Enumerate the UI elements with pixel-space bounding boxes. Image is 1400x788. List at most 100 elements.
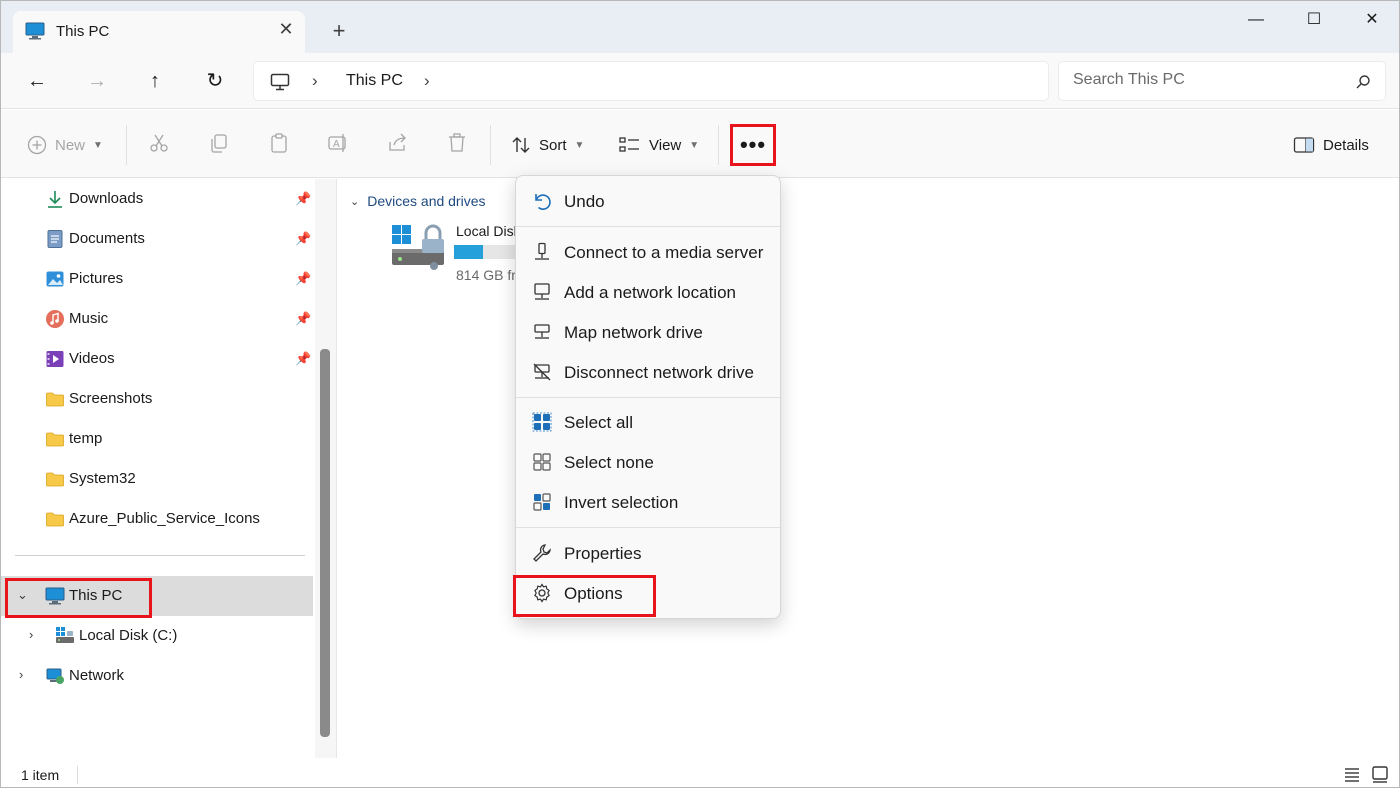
sort-button[interactable]: Sort ▼: [511, 130, 584, 160]
sort-label: Sort: [539, 136, 567, 154]
documents-icon: [47, 230, 63, 248]
status-bar: 1 item: [1, 758, 1399, 787]
drive-free-space: 814 GB fr: [456, 267, 516, 283]
search-input[interactable]: [1073, 71, 1343, 89]
chevron-right-icon[interactable]: ›: [19, 667, 23, 682]
sidebar-item-downloads[interactable]: Downloads 📌: [1, 179, 313, 219]
sidebar-item-label: Azure_Public_Service_Icons: [69, 510, 260, 527]
sidebar-scrollbar-thumb[interactable]: [320, 349, 330, 737]
pin-icon[interactable]: 📌: [295, 191, 311, 207]
sort-icon: [512, 137, 530, 153]
pin-icon[interactable]: 📌: [295, 311, 311, 327]
sidebar-item-azure-public-service-icons[interactable]: Azure_Public_Service_Icons: [1, 499, 313, 539]
delete-icon[interactable]: [443, 132, 471, 158]
view-button[interactable]: View ▼: [619, 130, 699, 160]
invert-selection-icon: [533, 493, 551, 511]
drive-icon: [56, 627, 74, 643]
see-more-menu: Undo Connect to a media server Add a net…: [515, 175, 781, 619]
map-drive-icon: [534, 324, 550, 339]
address-bar[interactable]: › This PC ›: [253, 61, 1049, 101]
divider: [126, 125, 127, 165]
pin-icon[interactable]: 📌: [295, 271, 311, 287]
menu-item-map-network-drive[interactable]: Map network drive: [520, 313, 778, 351]
downloads-icon: [48, 191, 62, 208]
menu-item-label: Map network drive: [564, 323, 703, 342]
new-button[interactable]: New ▼: [27, 130, 103, 160]
sidebar-item-music[interactable]: Music 📌: [1, 299, 313, 339]
tab-title: This PC: [56, 23, 110, 40]
breadcrumb-this-pc[interactable]: This PC: [346, 72, 403, 90]
menu-item-label: Disconnect network drive: [564, 363, 754, 382]
sidebar-item-label: Network: [69, 667, 125, 684]
menu-item-label: Select all: [564, 413, 633, 432]
menu-item-select-none[interactable]: Select none: [520, 443, 778, 481]
select-all-icon: [532, 412, 552, 432]
new-tab-button[interactable]: +: [325, 17, 353, 45]
menu-divider: [516, 527, 780, 528]
chevron-right-icon[interactable]: ›: [312, 71, 318, 91]
paste-icon[interactable]: [265, 132, 293, 158]
chevron-down-icon: ▼: [689, 139, 700, 151]
menu-item-properties[interactable]: Properties: [520, 534, 778, 572]
see-more-button[interactable]: •••: [730, 124, 776, 166]
chevron-down-icon: ▼: [574, 139, 585, 151]
group-header-devices[interactable]: ⌄ Devices and drives: [350, 193, 486, 209]
share-icon[interactable]: [384, 132, 412, 158]
tab-this-pc[interactable]: This PC ✕: [13, 11, 305, 53]
close-tab-icon[interactable]: ✕: [275, 19, 297, 40]
menu-item-undo[interactable]: Undo: [520, 182, 778, 220]
sidebar-item-label: Documents: [69, 230, 145, 247]
details-button[interactable]: Details: [1293, 130, 1369, 160]
sidebar-item-system32[interactable]: System32: [1, 459, 313, 499]
refresh-button[interactable]: ↻: [197, 65, 233, 97]
file-list-area: ⌄ Devices and drives Local Disk 814 GB f…: [338, 179, 1399, 757]
rename-icon[interactable]: A: [324, 132, 352, 158]
sidebar-item-label: Music: [69, 310, 109, 327]
menu-item-disconnect-network-drive[interactable]: Disconnect network drive: [520, 353, 778, 391]
chevron-right-icon[interactable]: ›: [29, 627, 33, 642]
view-label: View: [649, 136, 682, 154]
command-bar: New ▼ A Sort ▼ View ▼ ••• Details: [1, 110, 1399, 178]
menu-item-select-all[interactable]: Select all: [520, 403, 778, 441]
menu-item-connect-media-server[interactable]: Connect to a media server: [520, 233, 778, 271]
group-header-label: Devices and drives: [367, 193, 486, 209]
copy-icon[interactable]: [205, 132, 233, 158]
sidebar-item-network[interactable]: › Network: [1, 656, 313, 696]
sidebar-item-label: Local Disk (C:): [79, 627, 178, 644]
sidebar-item-documents[interactable]: Documents 📌: [1, 219, 313, 259]
search-box[interactable]: [1058, 61, 1386, 101]
cut-icon[interactable]: [145, 132, 173, 158]
minimize-button[interactable]: —: [1227, 5, 1285, 35]
undo-icon: [535, 194, 551, 210]
svg-text:A: A: [333, 139, 340, 150]
menu-item-invert-selection[interactable]: Invert selection: [520, 483, 778, 521]
monitor-icon: [270, 73, 290, 91]
sidebar-item-temp[interactable]: temp: [1, 419, 313, 459]
forward-button[interactable]: →: [79, 65, 115, 97]
pin-icon[interactable]: 📌: [295, 351, 311, 367]
details-label: Details: [1323, 136, 1369, 154]
sidebar-item-pictures[interactable]: Pictures 📌: [1, 259, 313, 299]
back-button[interactable]: ←: [19, 65, 55, 97]
navigation-bar: ← → ↑ ↻ › This PC ›: [1, 53, 1399, 109]
sidebar-item-label: temp: [69, 430, 103, 447]
drive-icon: [392, 224, 444, 270]
menu-item-add-network-location[interactable]: Add a network location: [520, 273, 778, 311]
highlight-box: [5, 578, 152, 618]
chevron-right-icon[interactable]: ›: [424, 71, 430, 91]
drive-name: Local Disk: [456, 223, 521, 239]
sidebar-item-screenshots[interactable]: Screenshots: [1, 379, 313, 419]
pin-icon[interactable]: 📌: [295, 231, 311, 247]
maximize-button[interactable]: ☐: [1285, 5, 1343, 35]
close-window-button[interactable]: ✕: [1343, 5, 1399, 35]
menu-divider: [516, 226, 780, 227]
tiles-view-icon[interactable]: [1370, 764, 1390, 784]
chevron-down-icon: ▼: [93, 139, 103, 151]
menu-divider: [516, 397, 780, 398]
sidebar-item-videos[interactable]: Videos 📌: [1, 339, 313, 379]
select-none-icon: [533, 453, 551, 471]
up-button[interactable]: ↑: [137, 65, 173, 97]
details-view-icon[interactable]: [1342, 764, 1362, 784]
sidebar-item-local-disk[interactable]: › Local Disk (C:): [1, 616, 313, 656]
highlight-box: [513, 575, 656, 617]
